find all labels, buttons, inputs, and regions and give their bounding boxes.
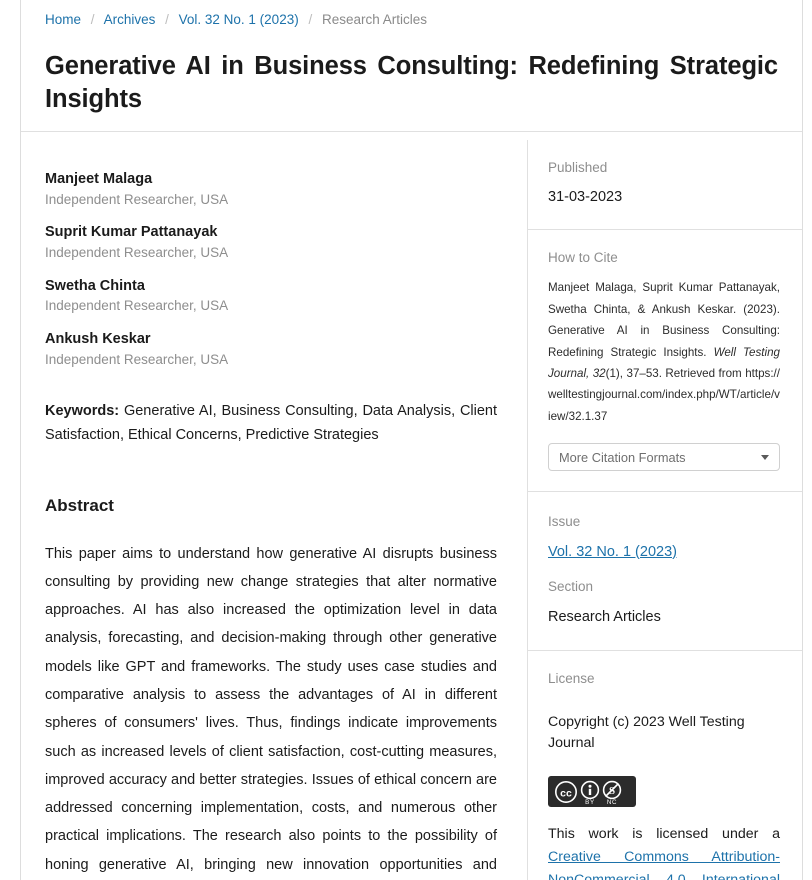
- breadcrumb-item-archives[interactable]: Archives: [104, 12, 156, 27]
- license-statement: This work is licensed under a Creative C…: [548, 823, 780, 880]
- section-label: Section: [548, 579, 594, 595]
- creative-commons-badge[interactable]: cc S BY NC: [548, 776, 636, 808]
- issue-value: Vol. 32 No. 1 (2023): [548, 542, 780, 564]
- abstract-heading: Abstract: [45, 495, 114, 515]
- author-name: Ankush Keskar: [45, 331, 151, 348]
- cc-by-nc-icon: cc S BY NC: [555, 780, 622, 805]
- more-citation-formats-dropdown[interactable]: More Citation Formats: [548, 443, 780, 472]
- sidebar-column: Published 31-03-2023 How to Cite Manjeet…: [528, 140, 802, 880]
- breadcrumb-separator: /: [90, 12, 95, 27]
- keywords-block: Keywords: Generative AI, Business Consul…: [45, 400, 497, 448]
- author-entry: Swetha Chinta Independent Researcher, US…: [45, 277, 497, 316]
- author-entry: Suprit Kumar Pattanayak Independent Rese…: [45, 223, 497, 262]
- breadcrumb-separator: /: [308, 12, 313, 27]
- keywords-label: Keywords:: [45, 402, 120, 419]
- issue-section: Issue Vol. 32 No. 1 (2023): [528, 492, 802, 573]
- breadcrumb-separator: /: [165, 12, 169, 27]
- author-affiliation: Independent Researcher, USA: [45, 351, 229, 367]
- section-section: Section Research Articles: [528, 573, 802, 652]
- svg-text:BY: BY: [585, 799, 595, 805]
- published-date: 31-03-2023: [548, 189, 623, 206]
- breadcrumb: Home / Archives / Vol. 32 No. 1 (2023) /…: [45, 10, 778, 30]
- how-to-cite-section: How to Cite Manjeet Malaga, Suprit Kumar…: [528, 230, 802, 493]
- license-link[interactable]: Creative Commons Attribution-NonCommerci…: [548, 849, 780, 880]
- article-page: Home / Archives / Vol. 32 No. 1 (2023) /…: [0, 0, 812, 880]
- abstract-text: This paper aims to understand how genera…: [45, 545, 497, 873]
- article-header: Home / Archives / Vol. 32 No. 1 (2023) /…: [21, 0, 802, 133]
- article-body: Manjeet Malaga Independent Researcher, U…: [21, 140, 802, 880]
- svg-text:NC: NC: [607, 799, 617, 805]
- breadcrumb-item-current: Research Articles: [322, 12, 428, 27]
- svg-text:cc: cc: [560, 787, 572, 799]
- copyright-text: Copyright (c) 2023 Well Testing Journal: [548, 713, 745, 751]
- published-section: Published 31-03-2023: [528, 140, 802, 230]
- author-affiliation: Independent Researcher, USA: [45, 298, 229, 314]
- section-value: Research Articles: [548, 608, 661, 625]
- page-title: Generative AI in Business Consulting: Re…: [45, 52, 778, 113]
- breadcrumb-item-issue[interactable]: Vol. 32 No. 1 (2023): [179, 12, 299, 27]
- more-citation-formats-label: More Citation Formats: [559, 449, 686, 465]
- author-list: Manjeet Malaga Independent Researcher, U…: [45, 170, 497, 370]
- published-label: Published: [548, 160, 608, 175]
- license-prefix: This work is licensed under a: [548, 826, 780, 843]
- how-to-cite-label: How to Cite: [548, 250, 618, 265]
- author-entry: Ankush Keskar Independent Researcher, US…: [45, 330, 497, 369]
- main-column: Manjeet Malaga Independent Researcher, U…: [21, 140, 528, 880]
- license-section: License Copyright (c) 2023 Well Testing …: [528, 651, 802, 880]
- author-name: Suprit Kumar Pattanayak: [45, 224, 218, 241]
- author-entry: Manjeet Malaga Independent Researcher, U…: [45, 170, 497, 209]
- issue-link[interactable]: Vol. 32 No. 1 (2023): [548, 544, 677, 560]
- chevron-down-icon: [761, 454, 769, 460]
- breadcrumb-item-home[interactable]: Home: [45, 12, 81, 27]
- citation-part2: (1), 37–53. Retrieved from: [605, 367, 746, 380]
- author-name: Swetha Chinta: [45, 277, 145, 294]
- citation-text: Manjeet Malaga, Suprit Kumar Pattanayak,…: [548, 277, 780, 427]
- author-affiliation: Independent Researcher, USA: [45, 245, 229, 261]
- issue-label: Issue: [548, 514, 581, 530]
- author-affiliation: Independent Researcher, USA: [45, 191, 229, 207]
- author-name: Manjeet Malaga: [45, 171, 153, 187]
- license-label: License: [548, 671, 595, 687]
